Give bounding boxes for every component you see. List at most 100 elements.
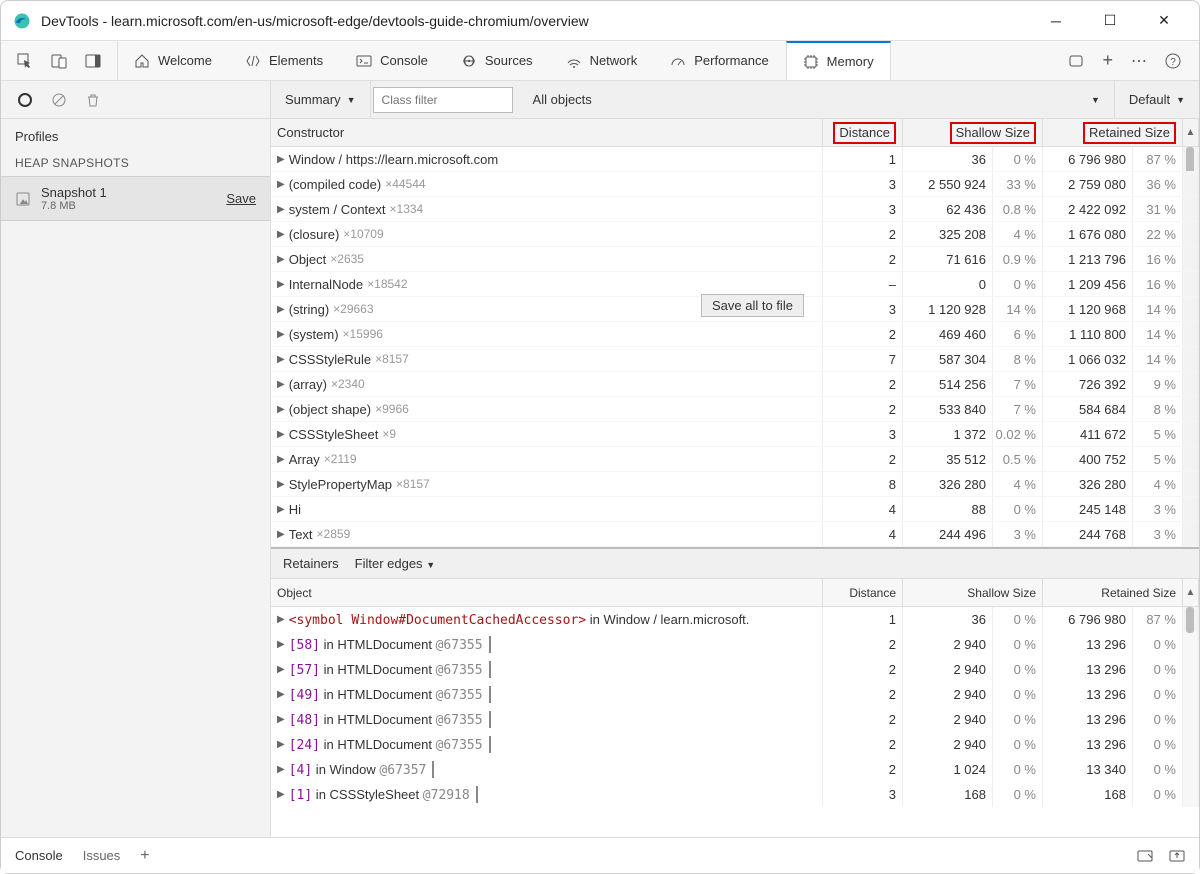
- expand-icon[interactable]: ▶: [277, 404, 285, 415]
- constructor-row[interactable]: ▶Hi 4 88 0 % 245 148 3 %: [271, 497, 1199, 522]
- retainer-row[interactable]: ▶[58] in HTMLDocument @67355 2 2 940 0 %…: [271, 632, 1199, 657]
- expand-icon[interactable]: ▶: [277, 639, 285, 650]
- shallow-pct-cell: 0 %: [993, 732, 1043, 757]
- retained-cell: 245 148: [1043, 497, 1133, 521]
- expand-icon[interactable]: ▶: [277, 154, 285, 165]
- retainer-row[interactable]: ▶[1] in CSSStyleSheet @72918 3 168 0 % 1…: [271, 782, 1199, 807]
- filter-edges-select[interactable]: Filter edges ▼: [355, 556, 435, 571]
- tab-memory[interactable]: Memory: [786, 41, 891, 80]
- constructor-row[interactable]: ▶StylePropertyMap×8157 8 326 280 4 % 326…: [271, 472, 1199, 497]
- dock-side-icon[interactable]: [85, 53, 101, 69]
- retainer-row[interactable]: ▶[24] in HTMLDocument @67355 2 2 940 0 %…: [271, 732, 1199, 757]
- clear-icon[interactable]: [51, 92, 67, 108]
- col-constructor[interactable]: Constructor: [271, 119, 823, 146]
- tab-console[interactable]: Console: [340, 41, 445, 80]
- profiles-label: Profiles: [1, 119, 270, 150]
- scroll-up-icon[interactable]: ▲: [1183, 119, 1199, 146]
- constructor-name: system / Context: [289, 202, 386, 217]
- col-object[interactable]: Object: [271, 579, 823, 606]
- expand-icon[interactable]: ▶: [277, 529, 285, 540]
- device-toolbar-icon[interactable]: [51, 53, 67, 69]
- col-r-retained[interactable]: Retained Size: [1043, 579, 1183, 606]
- record-icon[interactable]: [17, 92, 33, 108]
- delete-icon[interactable]: [85, 92, 101, 108]
- tab-welcome[interactable]: Welcome: [118, 41, 229, 80]
- expand-icon[interactable]: ▶: [277, 304, 285, 315]
- retained-cell: 1 110 800: [1043, 322, 1133, 346]
- expand-icon[interactable]: ▶: [277, 354, 285, 365]
- constructor-row[interactable]: ▶Array×2119 2 35 512 0.5 % 400 752 5 %: [271, 447, 1199, 472]
- tab-elements[interactable]: Elements: [229, 41, 340, 80]
- expand-icon[interactable]: ▶: [277, 454, 285, 465]
- expand-icon[interactable]: ▶: [277, 504, 285, 515]
- expand-icon[interactable]: ▶: [277, 179, 285, 190]
- expand-icon[interactable]: ▶: [277, 739, 285, 750]
- expand-icon[interactable]: ▶: [277, 689, 285, 700]
- constructor-row[interactable]: ▶(array)×2340 2 514 256 7 % 726 392 9 %: [271, 372, 1199, 397]
- home-icon: [134, 53, 150, 69]
- expand-icon[interactable]: ▶: [277, 329, 285, 340]
- scroll-up-icon[interactable]: ▲: [1183, 579, 1199, 606]
- retainer-row[interactable]: ▶[48] in HTMLDocument @67355 2 2 940 0 %…: [271, 707, 1199, 732]
- constructor-row[interactable]: ▶Object×2635 2 71 616 0.9 % 1 213 796 16…: [271, 247, 1199, 272]
- retained-pct-cell: 16 %: [1133, 272, 1183, 296]
- constructor-row[interactable]: ▶CSSStyleSheet×9 3 1 372 0.02 % 411 672 …: [271, 422, 1199, 447]
- expand-icon[interactable]: ▶: [277, 614, 285, 625]
- constructor-row[interactable]: ▶(system)×15996 2 469 460 6 % 1 110 800 …: [271, 322, 1199, 347]
- retainer-row[interactable]: ▶[49] in HTMLDocument @67355 2 2 940 0 %…: [271, 682, 1199, 707]
- tab-performance[interactable]: Performance: [654, 41, 785, 80]
- add-tab-icon[interactable]: +: [1102, 50, 1113, 71]
- col-shallow[interactable]: Shallow Size: [903, 119, 1043, 146]
- scrollbar-thumb[interactable]: [1183, 147, 1199, 171]
- constructor-row[interactable]: ▶Text×2859 4 244 496 3 % 244 768 3 %: [271, 522, 1199, 547]
- expand-icon[interactable]: ▶: [277, 379, 285, 390]
- drawer-expand-icon[interactable]: [1169, 848, 1185, 864]
- retainer-row[interactable]: ▶[57] in HTMLDocument @67355 2 2 940 0 %…: [271, 657, 1199, 682]
- drawer-issues-tab[interactable]: Issues: [83, 848, 121, 863]
- more-icon[interactable]: ⋯: [1131, 51, 1147, 71]
- col-distance[interactable]: Distance: [823, 119, 903, 146]
- expand-icon[interactable]: ▶: [277, 664, 285, 675]
- drawer-console-tab[interactable]: Console: [15, 848, 63, 863]
- expand-icon[interactable]: ▶: [277, 789, 285, 800]
- expand-icon[interactable]: ▶: [277, 254, 285, 265]
- close-button[interactable]: ✕: [1149, 12, 1179, 29]
- expand-icon[interactable]: ▶: [277, 479, 285, 490]
- minimize-button[interactable]: ─: [1041, 13, 1071, 29]
- tab-sources[interactable]: Sources: [445, 41, 550, 80]
- constructor-count: ×18542: [367, 277, 407, 291]
- expand-icon[interactable]: ▶: [277, 764, 285, 775]
- constructor-row[interactable]: ▶system / Context×1334 3 62 436 0.8 % 2 …: [271, 197, 1199, 222]
- expand-icon[interactable]: ▶: [277, 279, 285, 290]
- inspect-icon[interactable]: [17, 53, 33, 69]
- objects-select[interactable]: All objects▼: [519, 81, 1115, 118]
- constructor-row[interactable]: ▶CSSStyleRule×8157 7 587 304 8 % 1 066 0…: [271, 347, 1199, 372]
- snapshot-save-link[interactable]: Save: [226, 191, 256, 206]
- expand-icon[interactable]: ▶: [277, 204, 285, 215]
- view-select-summary[interactable]: Summary▼: [271, 81, 371, 118]
- retainer-row[interactable]: ▶[4] in Window @67357 2 1 024 0 % 13 340…: [271, 757, 1199, 782]
- class-filter-input[interactable]: [373, 87, 513, 113]
- help-icon[interactable]: ?: [1165, 53, 1181, 69]
- col-r-shallow[interactable]: Shallow Size: [903, 579, 1043, 606]
- maximize-button[interactable]: ☐: [1095, 12, 1125, 29]
- col-retained[interactable]: Retained Size: [1043, 119, 1183, 146]
- distance-cell: 2: [823, 632, 903, 657]
- shallow-pct-cell: 8 %: [993, 347, 1043, 371]
- expand-icon[interactable]: ▶: [277, 429, 285, 440]
- scrollbar-thumb[interactable]: [1183, 607, 1199, 632]
- add-drawer-tab-icon[interactable]: +: [140, 847, 149, 865]
- tab-network[interactable]: Network: [550, 41, 655, 80]
- overflow-tab-icon[interactable]: [1068, 53, 1084, 69]
- constructor-row[interactable]: ▶(compiled code)×44544 3 2 550 924 33 % …: [271, 172, 1199, 197]
- constructor-row[interactable]: ▶(closure)×10709 2 325 208 4 % 1 676 080…: [271, 222, 1199, 247]
- expand-icon[interactable]: ▶: [277, 714, 285, 725]
- col-r-distance[interactable]: Distance: [823, 579, 903, 606]
- constructor-row[interactable]: ▶Window / https://learn.microsoft.com 1 …: [271, 147, 1199, 172]
- retainer-row[interactable]: ▶<symbol Window#DocumentCachedAccessor> …: [271, 607, 1199, 632]
- constructor-row[interactable]: ▶(object shape)×9966 2 533 840 7 % 584 6…: [271, 397, 1199, 422]
- sort-select[interactable]: Default▼: [1115, 81, 1199, 118]
- expand-icon[interactable]: ▶: [277, 229, 285, 240]
- snapshot-item[interactable]: Snapshot 1 7.8 MB Save: [1, 176, 270, 221]
- drawer-errors-icon[interactable]: [1137, 848, 1153, 864]
